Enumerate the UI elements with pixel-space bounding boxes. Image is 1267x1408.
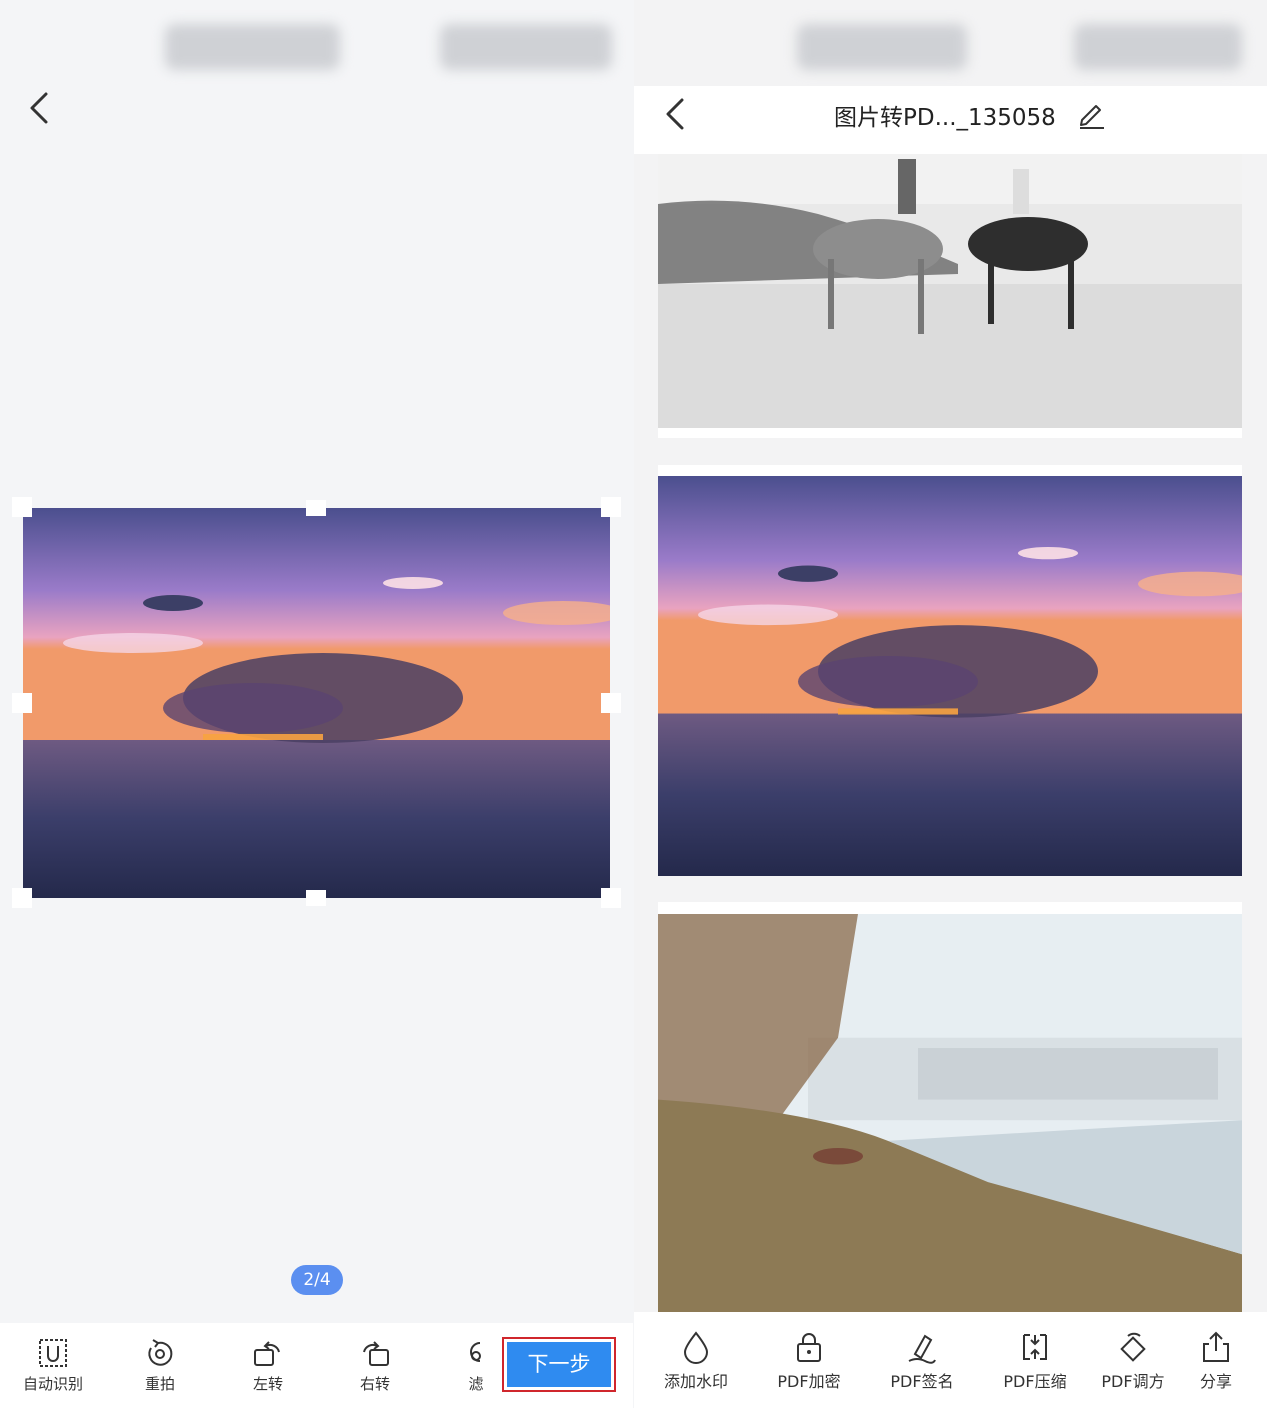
back-arrow-icon[interactable] [20,88,60,128]
sunset-image [23,508,610,898]
pdf-compress-button[interactable]: PDF压缩 [985,1330,1085,1392]
crop-handle[interactable] [12,693,32,713]
share-label: 分享 [1199,1372,1232,1391]
status-bar-blur [165,24,340,70]
image-editor-screen: 2/4 自动识别 重拍 左转 右转 滤 下一步 [0,0,633,1408]
share-button[interactable]: 分享 [1184,1330,1248,1392]
crop-frame[interactable] [12,497,621,908]
filter-button[interactable]: 滤 [441,1337,511,1394]
rotate-left-icon [252,1337,284,1369]
retake-button[interactable]: 重拍 [125,1337,195,1394]
pdf-preview-screen: 图片转PD..._135058 添加水印 PDF加密 PDF签名 PDF压缩 P… [634,0,1267,1408]
crop-handle[interactable] [306,890,326,906]
pdf-page-thumbnail[interactable] [658,154,1242,438]
pdf-page-thumbnail[interactable] [658,902,1242,1312]
adjust-direction-icon [1116,1330,1150,1364]
crop-handle[interactable] [12,888,32,908]
rotate-right-icon [359,1337,391,1369]
header-bar: 图片转PD..._135058 [634,86,1267,154]
auto-detect-icon [37,1337,69,1369]
pdf-adjust-direction-button[interactable]: PDF调方 [1100,1330,1166,1392]
water-drop-icon [679,1330,713,1364]
pdf-adjust-direction-label: PDF调方 [1101,1372,1165,1391]
pdf-compress-label: PDF压缩 [1003,1372,1067,1391]
crop-handle[interactable] [306,500,326,516]
retake-icon [144,1337,176,1369]
frosty-lake-image [658,914,1242,1312]
rotate-left-button[interactable]: 左转 [233,1337,303,1394]
add-watermark-label: 添加水印 [663,1372,728,1391]
document-title: 图片转PD..._135058 [834,105,1056,131]
filter-icon [460,1337,492,1369]
pdf-encrypt-label: PDF加密 [777,1372,841,1391]
filter-label: 滤 [468,1375,484,1393]
rotate-right-button[interactable]: 右转 [340,1337,410,1394]
pdf-signature-button[interactable]: PDF签名 [872,1330,972,1392]
crop-handle[interactable] [601,693,621,713]
lock-icon [792,1330,826,1364]
auto-detect-button[interactable]: 自动识别 [18,1337,88,1394]
add-watermark-button[interactable]: 添加水印 [646,1330,746,1392]
horses-image [658,154,1242,438]
crop-handle[interactable] [601,888,621,908]
compress-icon [1018,1330,1052,1364]
pdf-page-thumbnail[interactable] [658,465,1242,876]
next-step-button[interactable]: 下一步 [502,1337,616,1392]
sunset-image [658,476,1242,876]
signature-icon [905,1330,939,1364]
retake-label: 重拍 [144,1375,175,1393]
next-step-label: 下一步 [507,1342,611,1387]
pdf-signature-label: PDF签名 [890,1372,954,1391]
pdf-tools-toolbar: 添加水印 PDF加密 PDF签名 PDF压缩 PDF调方 分享 [634,1312,1267,1408]
share-icon [1199,1330,1233,1364]
pdf-encrypt-button[interactable]: PDF加密 [759,1330,859,1392]
auto-detect-label: 自动识别 [22,1375,83,1393]
pencil-icon[interactable] [1074,96,1108,130]
rotate-left-label: 左转 [252,1375,283,1393]
status-bar-blur [440,24,612,70]
status-bar-blur [797,24,967,70]
crop-handle[interactable] [601,497,621,517]
rotate-right-label: 右转 [359,1375,390,1393]
status-bar-blur [1074,24,1242,70]
crop-handle[interactable] [12,497,32,517]
page-indicator: 2/4 [291,1265,343,1295]
back-arrow-icon[interactable] [656,94,696,134]
